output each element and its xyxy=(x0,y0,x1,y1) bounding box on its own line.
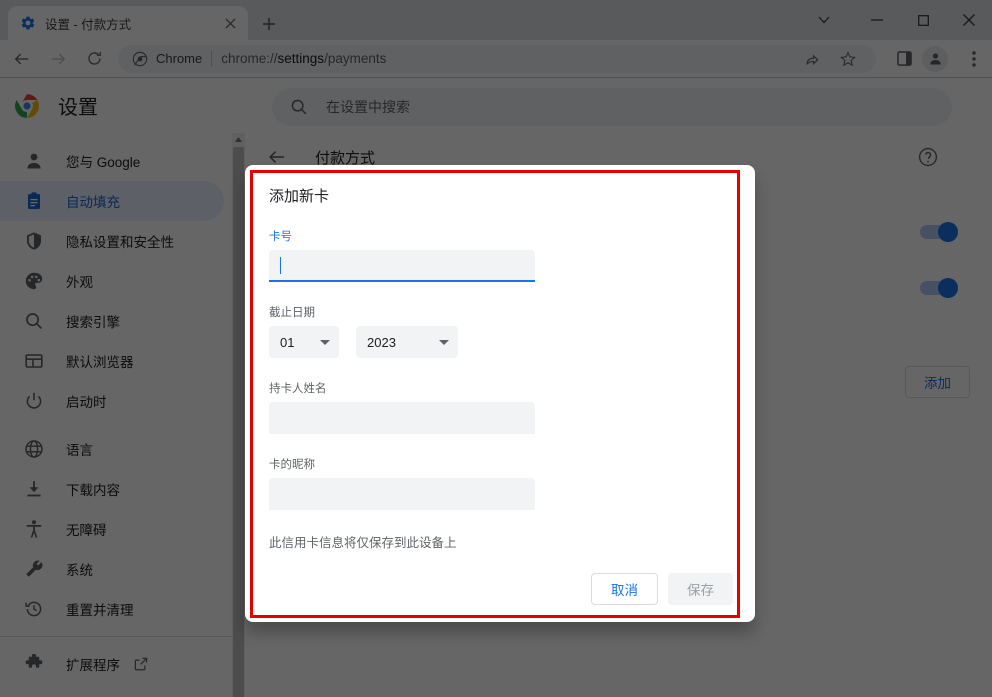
card-number-label: 卡号 xyxy=(269,231,292,243)
cancel-button-label: 取消 xyxy=(611,583,638,598)
nickname-input[interactable] xyxy=(269,478,535,510)
expiry-year-select[interactable]: 2023 xyxy=(356,326,458,358)
cardholder-field-block: 持卡人姓名 xyxy=(269,380,731,434)
expiry-month-select[interactable]: 01 xyxy=(269,326,339,358)
card-number-field-block: 卡号 xyxy=(269,228,731,282)
cancel-button[interactable]: 取消 xyxy=(591,573,658,605)
nickname-label: 卡的昵称 xyxy=(269,459,315,471)
save-button-label: 保存 xyxy=(687,583,714,598)
cardholder-label: 持卡人姓名 xyxy=(269,383,327,395)
card-number-input[interactable] xyxy=(269,250,535,282)
chevron-down-icon xyxy=(439,339,449,345)
cardholder-input[interactable] xyxy=(269,402,535,434)
nickname-field-block: 卡的昵称 xyxy=(269,456,731,510)
dialog-actions: 取消 保存 xyxy=(591,573,733,605)
dialog-title: 添加新卡 xyxy=(269,188,330,205)
expiry-field-block: 截止日期 01 2023 xyxy=(269,304,731,358)
dialog-note: 此信用卡信息将仅保存到此设备上 xyxy=(269,536,457,550)
browser-window: 设置 - 付款方式 xyxy=(0,0,992,697)
chevron-down-icon xyxy=(320,339,330,345)
expiry-label: 截止日期 xyxy=(269,307,315,319)
add-card-dialog: 添加新卡 卡号 截止日期 01 2023 持卡人姓名 卡的昵称 此信用卡信息将仅… xyxy=(245,165,755,622)
expiry-year-value: 2023 xyxy=(367,334,396,350)
save-button[interactable]: 保存 xyxy=(668,573,733,605)
expiry-month-value: 01 xyxy=(280,334,295,350)
text-caret xyxy=(280,256,281,274)
